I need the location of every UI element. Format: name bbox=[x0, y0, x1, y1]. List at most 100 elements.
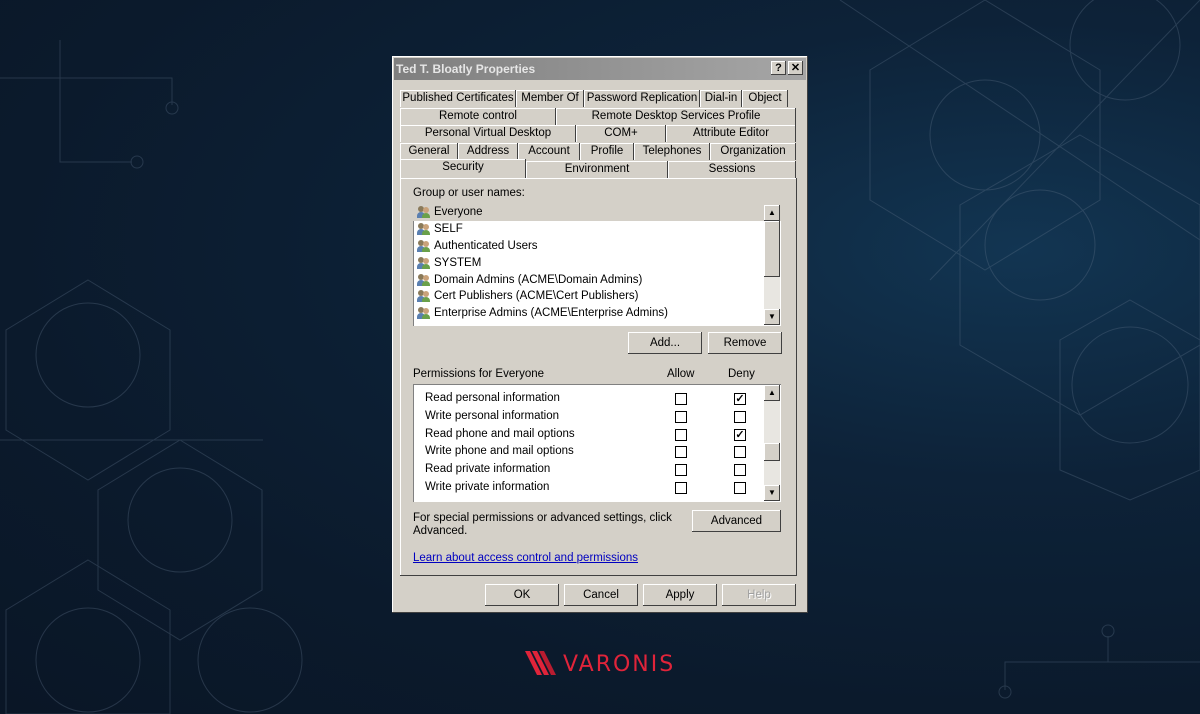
help-title-button[interactable]: ? bbox=[771, 61, 786, 75]
deny-checkbox[interactable]: ✓ bbox=[734, 428, 746, 441]
user-group-icon bbox=[417, 223, 431, 236]
user-group-icon bbox=[417, 273, 431, 286]
deny-header: Deny bbox=[728, 368, 755, 380]
group-list-item[interactable]: Enterprise Admins (ACME\Enterprise Admin… bbox=[413, 305, 781, 322]
tab-member-of[interactable]: Member Of bbox=[516, 90, 584, 107]
permission-name: Write phone and mail options bbox=[425, 445, 574, 458]
allow-checkbox[interactable] bbox=[675, 410, 687, 423]
advanced-hint-line2: Advanced. bbox=[413, 525, 468, 537]
tab-published-certificates[interactable]: Published Certificates bbox=[400, 90, 516, 107]
varonis-mark-icon bbox=[525, 651, 556, 675]
group-name: Domain Admins (ACME\Domain Admins) bbox=[434, 273, 643, 286]
permission-row: Read private information bbox=[413, 461, 763, 479]
user-group-icon bbox=[417, 290, 431, 303]
permissions-label: Permissions for Everyone bbox=[413, 368, 545, 380]
tab-sessions[interactable]: Sessions bbox=[668, 161, 796, 178]
permission-name: Write personal information bbox=[425, 409, 560, 422]
varonis-wordmark: VARONIS bbox=[563, 651, 676, 677]
access-control-help-link[interactable]: Learn about access control and permissio… bbox=[413, 552, 638, 564]
allow-checkbox[interactable] bbox=[675, 446, 687, 459]
group-list-item[interactable]: Everyone bbox=[413, 204, 781, 221]
tab-telephones[interactable]: Telephones bbox=[634, 143, 710, 160]
user-group-icon bbox=[417, 256, 431, 269]
group-list-item[interactable]: SYSTEM bbox=[413, 254, 781, 271]
group-name: Authenticated Users bbox=[434, 239, 538, 252]
help-button[interactable]: Help bbox=[722, 584, 796, 606]
deny-checkbox[interactable] bbox=[734, 410, 746, 423]
close-title-button[interactable]: ✕ bbox=[788, 61, 803, 75]
group-name: Enterprise Admins (ACME\Enterprise Admin… bbox=[434, 307, 668, 320]
tab-remote-desktop-services-profile[interactable]: Remote Desktop Services Profile bbox=[556, 108, 796, 125]
tab-object[interactable]: Object bbox=[742, 90, 788, 107]
group-name: Cert Publishers (ACME\Cert Publishers) bbox=[434, 290, 639, 303]
deny-checkbox[interactable] bbox=[734, 464, 746, 477]
permission-row: Write private information bbox=[413, 479, 763, 497]
group-name: SELF bbox=[434, 223, 463, 236]
group-user-list[interactable]: Everyone SELF Authenticated Users SYSTEM Dom… bbox=[413, 204, 781, 326]
group-list-item[interactable]: Domain Admins (ACME\Domain Admins) bbox=[413, 271, 781, 288]
tab-environment[interactable]: Environment bbox=[526, 161, 668, 178]
allow-checkbox[interactable] bbox=[675, 482, 687, 494]
permissions-scrollbar[interactable]: ▲ ▼ bbox=[764, 385, 780, 501]
user-group-icon bbox=[417, 206, 431, 219]
tab-com-plus[interactable]: COM+ bbox=[576, 125, 666, 142]
perm-scroll-down-icon[interactable]: ▼ bbox=[764, 485, 780, 501]
apply-button[interactable]: Apply bbox=[643, 584, 717, 606]
scroll-up-icon[interactable]: ▲ bbox=[764, 205, 780, 221]
group-list-item[interactable]: Authenticated Users bbox=[413, 238, 781, 255]
tab-security[interactable]: Security bbox=[400, 159, 526, 178]
permission-row: Read phone and mail options ✓ bbox=[413, 426, 763, 444]
deny-checkbox[interactable] bbox=[734, 482, 746, 494]
tab-personal-virtual-desktop[interactable]: Personal Virtual Desktop bbox=[400, 125, 576, 142]
group-list-item[interactable]: Cert Publishers (ACME\Cert Publishers) bbox=[413, 288, 781, 305]
allow-checkbox[interactable] bbox=[675, 428, 687, 441]
advanced-hint-line1: For special permissions or advanced sett… bbox=[413, 512, 672, 524]
deny-checkbox[interactable] bbox=[734, 446, 746, 459]
tab-row-5: Security Environment Sessions bbox=[400, 159, 796, 178]
tab-row-4: General Address Account Profile Telephon… bbox=[400, 143, 796, 160]
title-bar[interactable]: Ted T. Bloatly Properties ? ✕ bbox=[394, 58, 806, 80]
group-list-scrollbar[interactable]: ▲ ▼ bbox=[764, 205, 780, 325]
tab-account[interactable]: Account bbox=[518, 143, 580, 160]
allow-checkbox[interactable] bbox=[675, 393, 687, 405]
properties-dialog: Ted T. Bloatly Properties ? ✕ Published … bbox=[392, 56, 808, 613]
permission-name: Read personal information bbox=[425, 392, 560, 404]
allow-checkbox[interactable] bbox=[675, 464, 687, 477]
user-group-icon bbox=[417, 307, 431, 320]
deny-checkbox[interactable]: ✓ bbox=[734, 393, 746, 405]
group-name: SYSTEM bbox=[434, 256, 482, 269]
user-group-icon bbox=[417, 239, 431, 252]
remove-button[interactable]: Remove bbox=[708, 332, 782, 354]
add-button[interactable]: Add... bbox=[628, 332, 702, 354]
allow-header: Allow bbox=[667, 368, 695, 380]
window-title: Ted T. Bloatly Properties bbox=[396, 62, 536, 76]
group-list-item[interactable]: SELF bbox=[413, 221, 781, 238]
group-name: Everyone bbox=[434, 206, 483, 219]
varonis-logo: VARONIS bbox=[525, 650, 675, 678]
tab-dial-in[interactable]: Dial-in bbox=[700, 90, 742, 107]
scroll-thumb[interactable] bbox=[764, 221, 780, 277]
scroll-down-icon[interactable]: ▼ bbox=[764, 309, 780, 325]
permissions-list[interactable]: Read personal information ✓ Write personal… bbox=[413, 384, 781, 502]
cancel-button[interactable]: Cancel bbox=[564, 584, 638, 606]
group-names-label: Group or user names: bbox=[413, 187, 525, 199]
tab-general[interactable]: General bbox=[400, 143, 458, 160]
permission-row: Write personal information bbox=[413, 408, 763, 426]
perm-scroll-thumb[interactable] bbox=[764, 443, 780, 461]
tab-organization[interactable]: Organization bbox=[710, 143, 796, 160]
tab-password-replication[interactable]: Password Replication bbox=[584, 90, 700, 107]
tab-remote-control[interactable]: Remote control bbox=[400, 108, 556, 125]
permission-row: Write phone and mail options bbox=[413, 443, 763, 461]
permission-name: Write private information bbox=[425, 481, 550, 493]
tab-profile[interactable]: Profile bbox=[580, 143, 634, 160]
ok-button[interactable]: OK bbox=[485, 584, 559, 606]
advanced-button[interactable]: Advanced bbox=[692, 510, 781, 532]
permission-row: Read personal information ✓ bbox=[413, 390, 763, 408]
tab-attribute-editor[interactable]: Attribute Editor bbox=[666, 125, 796, 142]
tab-row-1: Published Certificates Member Of Passwor… bbox=[400, 90, 788, 107]
perm-scroll-up-icon[interactable]: ▲ bbox=[764, 385, 780, 401]
tab-row-2: Remote control Remote Desktop Services P… bbox=[400, 108, 796, 125]
tab-address[interactable]: Address bbox=[458, 143, 518, 160]
tab-row-3: Personal Virtual Desktop COM+ Attribute … bbox=[400, 125, 796, 142]
permission-name: Read phone and mail options bbox=[425, 427, 575, 440]
